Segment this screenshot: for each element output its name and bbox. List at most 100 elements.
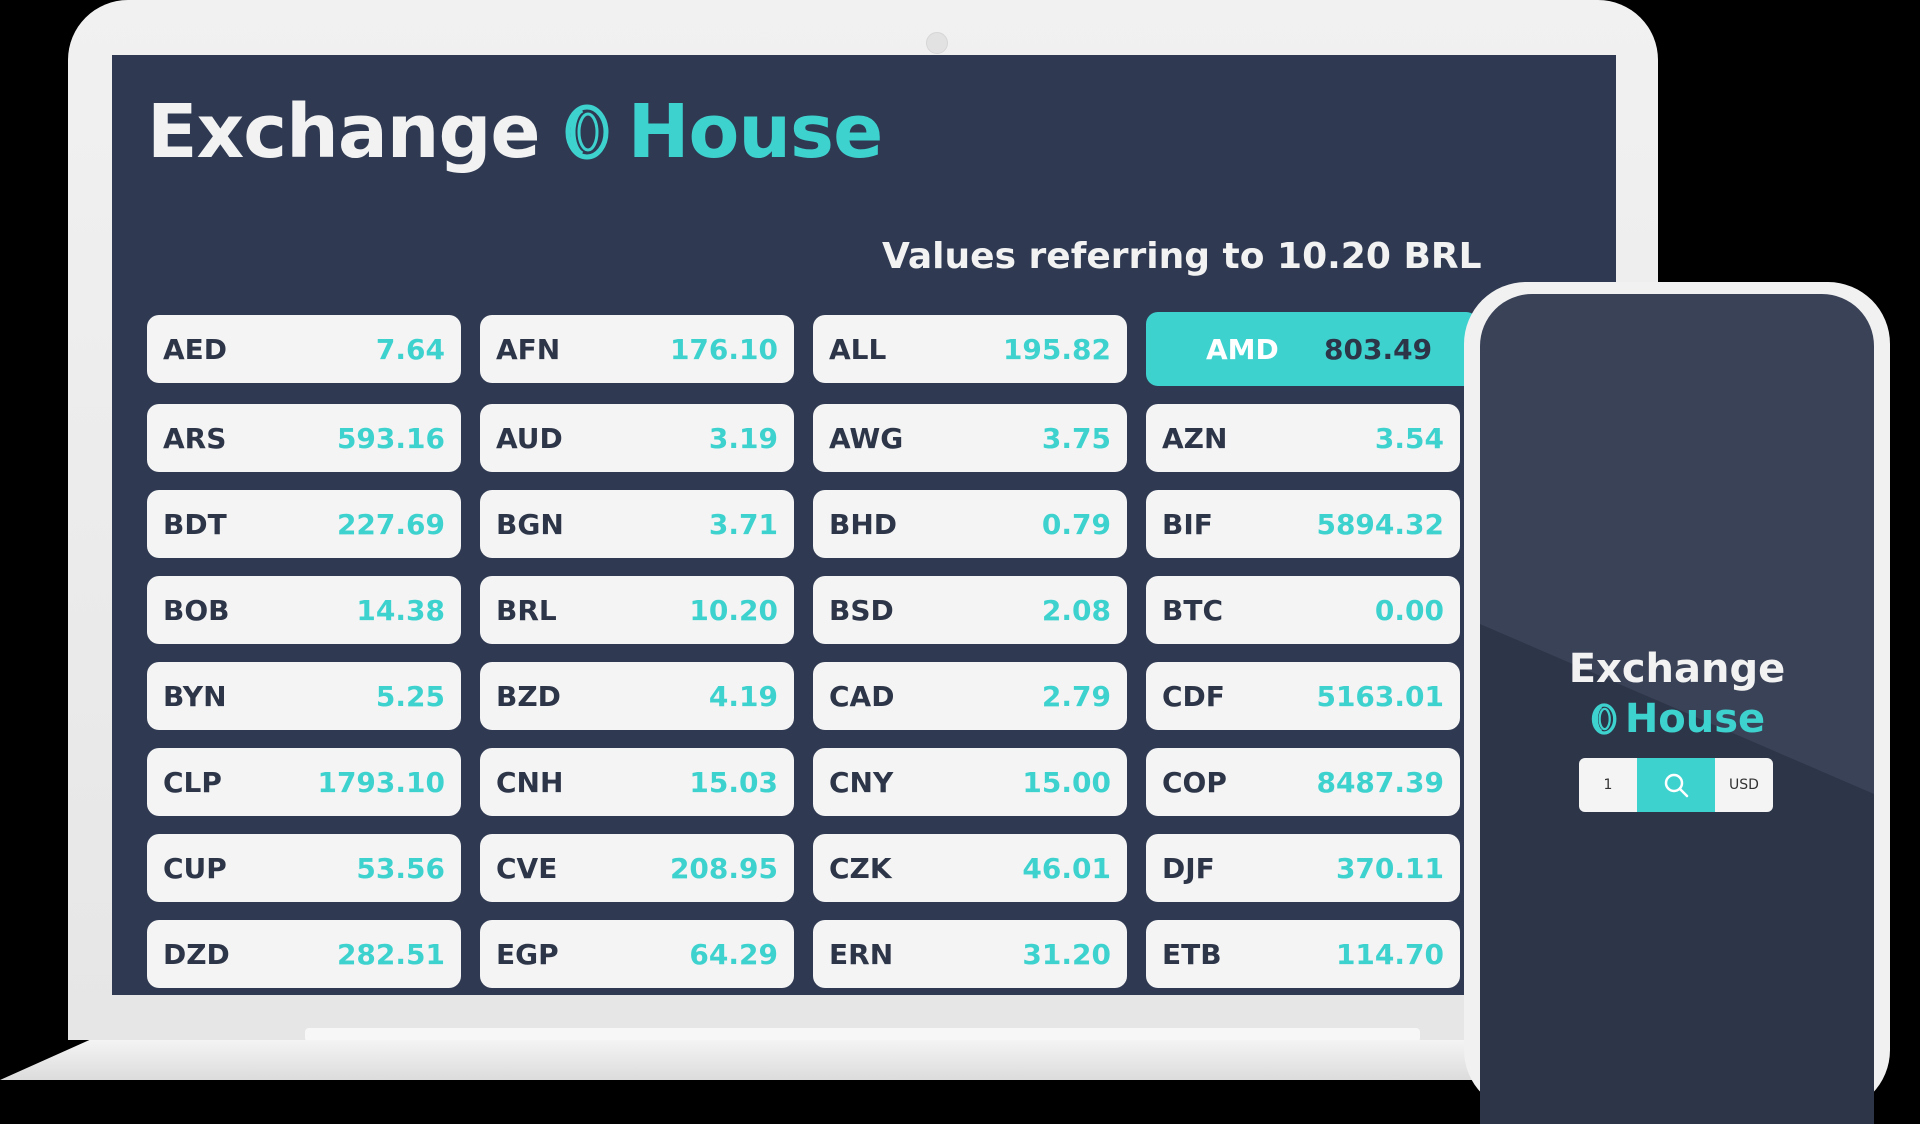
rate-card-clp[interactable]: CLP 1793.10 — [147, 748, 461, 816]
currency-value: 2.79 — [1041, 679, 1111, 713]
rate-card-aed[interactable]: AED 7.64 — [147, 315, 461, 383]
currency-value: 5.25 — [375, 679, 445, 713]
currency-code: CDF — [1162, 679, 1225, 713]
currency-value: 3.54 — [1374, 421, 1444, 455]
currency-code: BHD — [829, 507, 898, 541]
currency-code: CAD — [829, 679, 895, 713]
currency-value: 0.00 — [1374, 593, 1444, 627]
currency-value: 8487.39 — [1316, 765, 1444, 799]
rate-card-bzd[interactable]: BZD 4.19 — [480, 662, 794, 730]
rate-card-bhd[interactable]: BHD 0.79 — [813, 490, 1127, 558]
currency-value: 15.00 — [1022, 765, 1111, 799]
rate-card-amd[interactable]: AMD 803.49 — [1146, 312, 1478, 386]
currency-value: 64.29 — [689, 937, 778, 971]
currency-value: 3.71 — [708, 507, 778, 541]
brand-word-house: House — [627, 89, 884, 175]
rate-card-djf[interactable]: DJF 370.11 — [1146, 834, 1460, 902]
currency-value: 0.79 — [1041, 507, 1111, 541]
currency-code: BIF — [1162, 507, 1213, 541]
rate-card-dzd[interactable]: DZD 282.51 — [147, 920, 461, 988]
rate-card-bdt[interactable]: BDT 227.69 — [147, 490, 461, 558]
coin-icon — [1591, 703, 1617, 735]
coin-icon — [565, 104, 609, 160]
currency-value: 282.51 — [336, 937, 445, 971]
rate-card-btc[interactable]: BTC 0.00 — [1146, 576, 1460, 644]
rate-card-bsd[interactable]: BSD 2.08 — [813, 576, 1127, 644]
search-button[interactable] — [1637, 758, 1715, 812]
rate-card-cad[interactable]: CAD 2.79 — [813, 662, 1127, 730]
currency-value: 7.64 — [375, 332, 445, 366]
rate-card-etb[interactable]: ETB 114.70 — [1146, 920, 1460, 988]
currency-value: 803.49 — [1324, 332, 1433, 366]
rate-card-awg[interactable]: AWG 3.75 — [813, 404, 1127, 472]
currency-value: 15.03 — [689, 765, 778, 799]
rate-card-cdf[interactable]: CDF 5163.01 — [1146, 662, 1460, 730]
phone-frame: Exchange House 1 USD — [1464, 282, 1890, 1124]
amount-input[interactable]: 1 — [1579, 758, 1637, 812]
currency-code: CNY — [829, 765, 894, 799]
currency-value: 3.75 — [1041, 421, 1111, 455]
rates-grid: AED 7.64 AFN 176.10 ALL 195.82 AMD 803.49 ARS 593… — [147, 312, 1478, 988]
rate-card-brl[interactable]: BRL 10.20 — [480, 576, 794, 644]
currency-value: 31.20 — [1022, 937, 1111, 971]
currency-value: 1793.10 — [317, 765, 445, 799]
currency-value: 4.19 — [708, 679, 778, 713]
currency-value: 195.82 — [1002, 332, 1111, 366]
currency-value: 14.38 — [356, 593, 445, 627]
reference-subtitle: Values referring to 10.20 BRL — [882, 236, 1482, 277]
rate-card-afn[interactable]: AFN 176.10 — [480, 315, 794, 383]
currency-code: AWG — [829, 421, 904, 455]
rate-card-cve[interactable]: CVE 208.95 — [480, 834, 794, 902]
rate-card-aud[interactable]: AUD 3.19 — [480, 404, 794, 472]
currency-code: ETB — [1162, 937, 1222, 971]
currency-code: BDT — [163, 507, 227, 541]
currency-code: COP — [1162, 765, 1227, 799]
rate-card-egp[interactable]: EGP 64.29 — [480, 920, 794, 988]
currency-code: CVE — [496, 851, 558, 885]
currency-code: CNH — [496, 765, 564, 799]
rate-card-cny[interactable]: CNY 15.00 — [813, 748, 1127, 816]
currency-select[interactable]: USD — [1715, 758, 1773, 812]
currency-code: BOB — [163, 593, 230, 627]
currency-code: DZD — [163, 937, 230, 971]
laptop-hinge — [305, 1028, 1420, 1042]
currency-value: 176.10 — [669, 332, 778, 366]
currency-code: AZN — [1162, 421, 1228, 455]
rate-card-cup[interactable]: CUP 53.56 — [147, 834, 461, 902]
currency-code: BYN — [163, 679, 227, 713]
currency-code: CLP — [163, 765, 222, 799]
brand-word-exchange: Exchange — [147, 89, 541, 175]
rate-card-bif[interactable]: BIF 5894.32 — [1146, 490, 1460, 558]
currency-value: 3.19 — [708, 421, 778, 455]
rate-card-bgn[interactable]: BGN 3.71 — [480, 490, 794, 558]
currency-value: 227.69 — [336, 507, 445, 541]
currency-code: ERN — [829, 937, 894, 971]
currency-value: 5163.01 — [1316, 679, 1444, 713]
currency-value: 208.95 — [669, 851, 778, 885]
laptop-base — [0, 1040, 1490, 1080]
rate-card-cop[interactable]: COP 8487.39 — [1146, 748, 1460, 816]
currency-code: CZK — [829, 851, 892, 885]
currency-code: AED — [163, 332, 228, 366]
mobile-brand-line2: House — [1480, 694, 1874, 744]
rate-card-ern[interactable]: ERN 31.20 — [813, 920, 1127, 988]
phone-screen: Exchange House 1 USD — [1480, 294, 1874, 1124]
rate-card-azn[interactable]: AZN 3.54 — [1146, 404, 1460, 472]
mobile-app-logo[interactable]: Exchange House — [1480, 644, 1874, 744]
currency-code: CUP — [163, 851, 227, 885]
currency-code: BTC — [1162, 593, 1223, 627]
rate-card-byn[interactable]: BYN 5.25 — [147, 662, 461, 730]
rate-card-ars[interactable]: ARS 593.16 — [147, 404, 461, 472]
currency-code: AUD — [496, 421, 563, 455]
mobile-brand-word-house: House — [1624, 696, 1766, 742]
app-logo[interactable]: Exchange House — [147, 89, 884, 175]
rate-card-czk[interactable]: CZK 46.01 — [813, 834, 1127, 902]
currency-value: 10.20 — [689, 593, 778, 627]
currency-value: 114.70 — [1335, 937, 1444, 971]
mobile-search-bar: 1 USD — [1579, 758, 1773, 812]
search-icon — [1664, 773, 1689, 798]
currency-code: DJF — [1162, 851, 1215, 885]
rate-card-cnh[interactable]: CNH 15.03 — [480, 748, 794, 816]
rate-card-all[interactable]: ALL 195.82 — [813, 315, 1127, 383]
rate-card-bob[interactable]: BOB 14.38 — [147, 576, 461, 644]
